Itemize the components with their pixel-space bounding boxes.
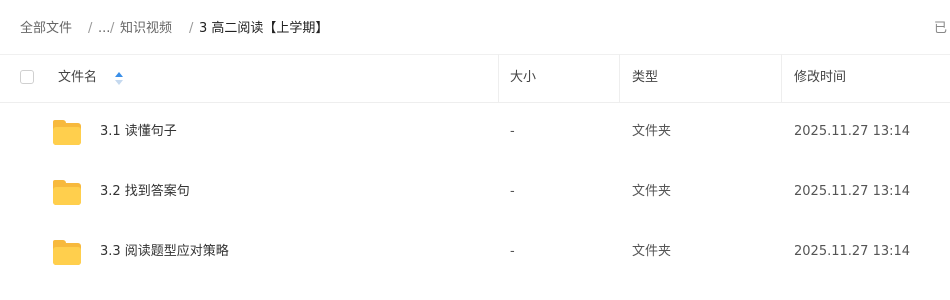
column-divider[interactable] <box>498 54 499 102</box>
column-divider[interactable] <box>619 54 620 102</box>
column-header-type[interactable]: 类型 <box>632 54 658 102</box>
file-size: - <box>510 124 515 139</box>
file-name[interactable]: 3.2 找到答案句 <box>100 162 190 222</box>
column-header-modified[interactable]: 修改时间 <box>794 54 846 102</box>
folder-icon <box>52 118 82 146</box>
file-name[interactable]: 3.3 阅读题型应对策略 <box>100 222 229 282</box>
table-row[interactable]: 3.3 阅读题型应对策略 - 文件夹 2025.11.27 13:14 <box>0 222 950 282</box>
select-all-checkbox[interactable] <box>20 70 34 84</box>
file-modified: 2025.11.27 13:14 <box>794 124 911 139</box>
file-type: 文件夹 <box>632 184 672 199</box>
folder-icon <box>52 238 82 266</box>
file-name[interactable]: 3.1 读懂句子 <box>100 102 177 162</box>
column-header-size[interactable]: 大小 <box>510 54 536 102</box>
breadcrumb: 全部文件 / ... / 知识视频 / 3 高二阅读【上学期】 已 <box>0 0 950 55</box>
column-header-name[interactable]: 文件名 <box>58 54 97 102</box>
breadcrumb-separator: / <box>88 21 93 36</box>
breadcrumb-separator: / <box>189 21 194 36</box>
breadcrumb-root[interactable]: 全部文件 <box>20 20 72 38</box>
breadcrumb-separator: / <box>110 21 115 36</box>
selection-status-text: 已 <box>934 21 948 36</box>
folder-icon <box>52 178 82 206</box>
table-header: 文件名 大小 类型 修改时间 <box>0 54 950 103</box>
breadcrumb-current: 3 高二阅读【上学期】 <box>199 21 329 36</box>
file-type: 文件夹 <box>632 244 672 259</box>
file-modified: 2025.11.27 13:14 <box>794 184 911 199</box>
breadcrumb-parent[interactable]: 知识视频 <box>120 20 172 38</box>
table-row[interactable]: 3.2 找到答案句 - 文件夹 2025.11.27 13:14 <box>0 162 950 222</box>
column-divider[interactable] <box>781 54 782 102</box>
sort-icon[interactable] <box>115 72 123 86</box>
file-size: - <box>510 184 515 199</box>
file-type: 文件夹 <box>632 124 672 139</box>
file-modified: 2025.11.27 13:14 <box>794 244 911 259</box>
table-row[interactable]: 3.1 读懂句子 - 文件夹 2025.11.27 13:14 <box>0 102 950 162</box>
file-size: - <box>510 244 515 259</box>
breadcrumb-ellipsis[interactable]: ... <box>98 20 110 38</box>
